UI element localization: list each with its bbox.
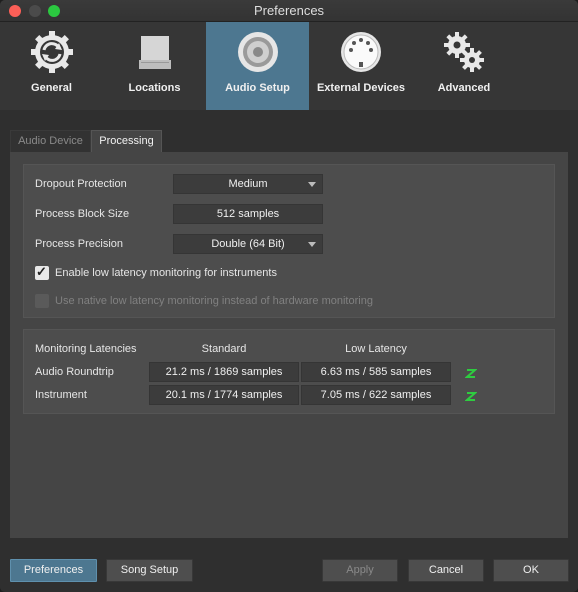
monitoring-latencies-group: Monitoring Latencies Standard Low Latenc… (23, 329, 555, 414)
low-latency-column-header: Low Latency (345, 343, 407, 355)
toolbar-advanced-label: Advanced (437, 82, 491, 94)
title-bar: Preferences (0, 0, 578, 22)
toolbar-locations[interactable]: Locations (103, 22, 206, 110)
gears-icon (444, 32, 484, 72)
toolbar-advanced[interactable]: Advanced (413, 22, 515, 110)
drive-icon (138, 36, 171, 69)
preferences-body: Audio Device Processing Dropout Protecti… (0, 110, 578, 592)
native-low-latency-label: Use native low latency monitoring instea… (55, 295, 373, 307)
chevron-down-icon (308, 242, 316, 247)
checkmark-icon: ✓ (36, 264, 47, 279)
tab-audio-device[interactable]: Audio Device (10, 130, 91, 152)
midi-port-icon (341, 32, 381, 72)
low-latency-z-icon (465, 369, 477, 378)
toolbar-external-devices-label: External Devices (316, 82, 406, 94)
dropout-protection-dropdown[interactable]: Medium (173, 174, 323, 194)
preferences-button[interactable]: Preferences (10, 559, 97, 582)
process-precision-value: Double (64 Bit) (211, 238, 285, 250)
monitoring-latencies-label: Monitoring Latencies (35, 343, 137, 355)
dropout-protection-value: Medium (228, 178, 268, 190)
apply-button[interactable]: Apply (322, 559, 398, 582)
toolbar-external-devices[interactable]: External Devices (309, 22, 413, 110)
audio-roundtrip-low-latency: 6.63 ms / 585 samples (301, 362, 451, 382)
native-low-latency-checkbox[interactable] (35, 294, 49, 308)
general-sync-icon (30, 31, 73, 73)
toolbar-audio-setup[interactable]: Audio Setup (206, 22, 309, 110)
process-block-size-value: 512 samples (216, 208, 280, 220)
preferences-toolbar: General Locations Audio Setup External D… (0, 22, 578, 110)
toolbar-locations-label: Locations (128, 82, 181, 94)
ok-button[interactable]: OK (493, 559, 569, 582)
instrument-low-latency: 7.05 ms / 622 samples (301, 385, 451, 405)
processing-settings-group: Dropout Protection Medium Process Block … (23, 164, 555, 318)
song-setup-button[interactable]: Song Setup (106, 559, 193, 582)
toolbar-general[interactable]: General (0, 22, 103, 110)
toolbar-audio-setup-label: Audio Setup (225, 82, 290, 94)
standard-column-header: Standard (201, 343, 247, 355)
chevron-down-icon (308, 182, 316, 187)
window-title: Preferences (253, 3, 325, 18)
process-block-size-field[interactable]: 512 samples (173, 204, 323, 224)
audio-roundtrip-standard: 21.2 ms / 1869 samples (149, 362, 299, 382)
audio-roundtrip-label: Audio Roundtrip (35, 366, 114, 378)
process-precision-dropdown[interactable]: Double (64 Bit) (173, 234, 323, 254)
process-precision-label: Process Precision (35, 238, 124, 250)
instrument-standard: 20.1 ms / 1774 samples (149, 385, 299, 405)
preferences-window: Preferences General Locations Audio Setu… (0, 0, 578, 592)
low-latency-z-icon (465, 392, 477, 401)
cancel-button[interactable]: Cancel (408, 559, 484, 582)
speaker-icon (237, 32, 278, 72)
process-block-size-label: Process Block Size (35, 208, 130, 220)
dropout-protection-label: Dropout Protection (35, 178, 127, 190)
toolbar-general-label: General (31, 82, 72, 94)
tab-processing[interactable]: Processing (91, 130, 162, 152)
instrument-label: Instrument (35, 389, 87, 401)
processing-panel: Dropout Protection Medium Process Block … (10, 152, 568, 538)
low-latency-checkbox[interactable]: ✓ (35, 264, 49, 280)
low-latency-label: Enable low latency monitoring for instru… (55, 267, 277, 279)
